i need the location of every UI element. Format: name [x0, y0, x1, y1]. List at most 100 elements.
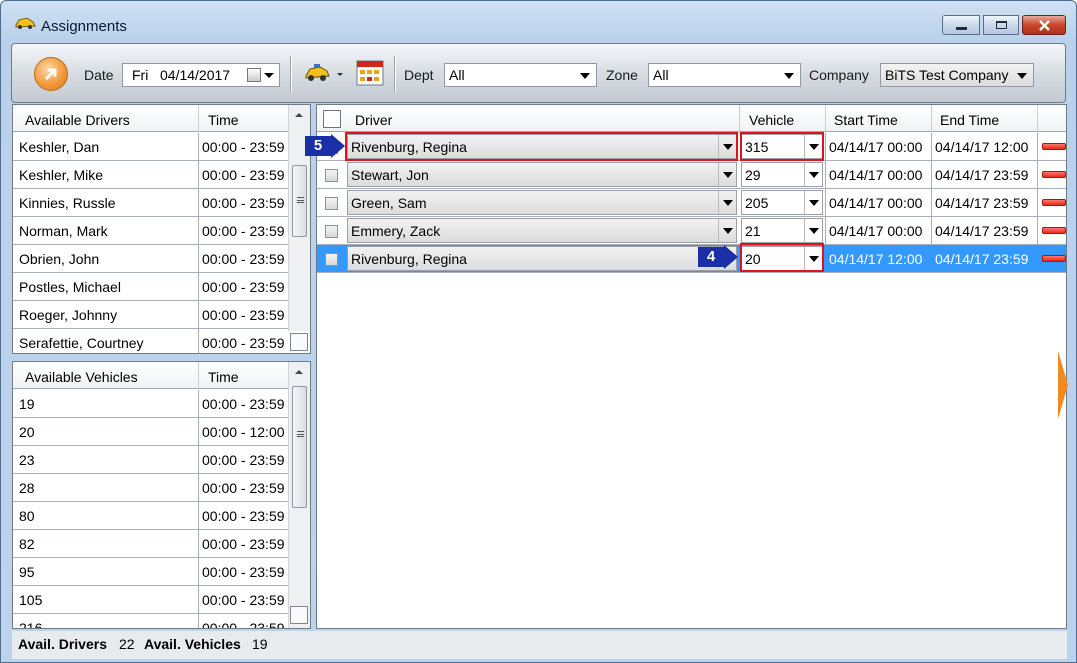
- list-item[interactable]: 82 00:00 - 23:59: [13, 530, 289, 558]
- column-divider: [931, 161, 932, 189]
- minimize-button[interactable]: [942, 15, 980, 35]
- home-button[interactable]: [34, 57, 68, 91]
- company-select[interactable]: BiTS Test Company: [880, 63, 1034, 87]
- list-item[interactable]: 80 00:00 - 23:59: [13, 502, 289, 530]
- row-checkbox[interactable]: [325, 253, 338, 266]
- chevron-down-icon[interactable]: [718, 219, 736, 242]
- remove-row-icon[interactable]: [1042, 171, 1066, 178]
- vehicle-time: 00:00 - 23:59: [202, 396, 285, 412]
- table-row[interactable]: Stewart, Jon 29 04/14/17 00:00 04/14/17 …: [317, 161, 1066, 189]
- dept-select[interactable]: All: [444, 63, 597, 87]
- available-vehicles-list[interactable]: Available Vehicles Time 19 00:00 - 23:59 …: [12, 361, 311, 629]
- chevron-down-icon[interactable]: [804, 191, 822, 214]
- chevron-down-icon[interactable]: [718, 191, 736, 214]
- calendar-icon[interactable]: [247, 68, 261, 82]
- scroll-up-icon[interactable]: [295, 370, 303, 374]
- column-divider: [198, 502, 199, 530]
- driver-combo[interactable]: Stewart, Jon: [347, 162, 737, 187]
- zone-select[interactable]: All: [648, 63, 801, 87]
- column-divider: [198, 105, 199, 132]
- column-divider: [1037, 105, 1038, 132]
- close-button[interactable]: [1022, 15, 1066, 35]
- column-header-available-drivers[interactable]: Available Drivers: [25, 112, 130, 128]
- list-item[interactable]: 23 00:00 - 23:59: [13, 446, 289, 474]
- column-header-start-time[interactable]: Start Time: [834, 112, 898, 128]
- select-all-checkbox[interactable]: [323, 110, 341, 128]
- chevron-down-icon[interactable]: [804, 219, 822, 242]
- arrow-right-icon: [331, 134, 345, 158]
- column-header-end-time[interactable]: End Time: [940, 112, 999, 128]
- vehicle-combo[interactable]: 29: [741, 162, 823, 187]
- row-checkbox[interactable]: [325, 197, 338, 210]
- driver-time: 00:00 - 23:59: [202, 139, 285, 155]
- panel-corner-box: [290, 606, 308, 624]
- window-title: Assignments: [41, 18, 127, 35]
- schedule-grid-icon[interactable]: [356, 60, 384, 86]
- table-row[interactable]: Emmery, Zack 21 04/14/17 00:00 04/14/17 …: [317, 217, 1066, 245]
- available-drivers-list[interactable]: Available Drivers Time Keshler, Dan 00:00…: [12, 104, 311, 354]
- company-value: BiTS Test Company: [885, 67, 1009, 83]
- scrollbar-thumb[interactable]: [292, 386, 307, 508]
- vehicles-scrollbar[interactable]: [288, 362, 310, 628]
- grip-icon: [297, 197, 304, 203]
- zone-label: Zone: [606, 67, 638, 83]
- remove-row-icon[interactable]: [1042, 227, 1066, 234]
- column-divider: [198, 217, 199, 245]
- chevron-down-icon[interactable]: [337, 73, 343, 76]
- column-divider: [825, 161, 826, 189]
- list-item[interactable]: 20 00:00 - 12:00: [13, 418, 289, 446]
- vehicle-combo[interactable]: 205: [741, 190, 823, 215]
- driver-time: 00:00 - 23:59: [202, 307, 285, 323]
- list-item[interactable]: Kinnies, Russle 00:00 - 23:59: [13, 189, 289, 217]
- list-item[interactable]: Postles, Michael 00:00 - 23:59: [13, 273, 289, 301]
- vehicle-time: 00:00 - 23:59: [202, 564, 285, 580]
- list-item[interactable]: Keshler, Mike 00:00 - 23:59: [13, 161, 289, 189]
- remove-row-icon[interactable]: [1042, 199, 1066, 206]
- company-label: Company: [809, 67, 869, 83]
- list-item[interactable]: 216 00:00 - 23:59: [13, 614, 289, 628]
- assignments-grid[interactable]: Driver Vehicle Start Time End Time Riven…: [316, 104, 1067, 629]
- start-time: 04/14/17 00:00: [829, 223, 923, 239]
- chevron-down-icon[interactable]: [718, 163, 736, 186]
- row-checkbox[interactable]: [325, 225, 338, 238]
- list-item[interactable]: Obrien, John 00:00 - 23:59: [13, 245, 289, 273]
- vehicle-combo[interactable]: 21: [741, 218, 823, 243]
- remove-row-icon[interactable]: [1042, 255, 1066, 262]
- driver-combo[interactable]: Emmery, Zack: [347, 218, 737, 243]
- driver-combo[interactable]: Rivenburg, Regina: [347, 246, 737, 271]
- list-item[interactable]: Roeger, Johnny 00:00 - 23:59: [13, 301, 289, 329]
- list-item[interactable]: 95 00:00 - 23:59: [13, 558, 289, 586]
- table-row-selected[interactable]: Rivenburg, Regina 20 04/14/17 12:00 04/1…: [317, 245, 1066, 273]
- list-item[interactable]: 19 00:00 - 23:59: [13, 390, 289, 418]
- expand-panel-arrow-icon[interactable]: [1058, 351, 1068, 419]
- list-item[interactable]: 28 00:00 - 23:59: [13, 474, 289, 502]
- column-header-time[interactable]: Time: [208, 369, 239, 385]
- chevron-down-icon[interactable]: [264, 73, 274, 78]
- column-header-vehicle[interactable]: Vehicle: [749, 112, 794, 128]
- vehicle-value: 205: [745, 195, 769, 211]
- list-item[interactable]: Keshler, Dan 00:00 - 23:59: [13, 133, 289, 161]
- column-divider: [1037, 161, 1038, 189]
- driver-combo[interactable]: Green, Sam: [347, 190, 737, 215]
- step-number: 5: [305, 136, 331, 156]
- scrollbar-thumb[interactable]: [292, 165, 307, 237]
- row-checkbox[interactable]: [325, 169, 338, 182]
- list-item[interactable]: Serafettie, Courtney 00:00 - 23:59: [13, 329, 289, 353]
- column-divider: [825, 217, 826, 245]
- column-divider: [198, 474, 199, 502]
- maximize-button[interactable]: [983, 15, 1019, 35]
- column-divider: [739, 105, 740, 132]
- list-item[interactable]: 105 00:00 - 23:59: [13, 586, 289, 614]
- auto-assign-icon[interactable]: [303, 61, 331, 85]
- scroll-up-icon[interactable]: [295, 113, 303, 117]
- date-picker[interactable]: Fri 04/14/2017: [122, 63, 280, 87]
- remove-row-icon[interactable]: [1042, 143, 1066, 150]
- chevron-down-icon[interactable]: [804, 163, 822, 186]
- column-divider: [198, 133, 199, 161]
- column-header-driver[interactable]: Driver: [355, 112, 392, 128]
- table-row[interactable]: Green, Sam 205 04/14/17 00:00 04/14/17 2…: [317, 189, 1066, 217]
- list-item[interactable]: Norman, Mark 00:00 - 23:59: [13, 217, 289, 245]
- column-header-available-vehicles[interactable]: Available Vehicles: [25, 369, 138, 385]
- driver-name: Kinnies, Russle: [19, 195, 116, 211]
- column-header-time[interactable]: Time: [208, 112, 239, 128]
